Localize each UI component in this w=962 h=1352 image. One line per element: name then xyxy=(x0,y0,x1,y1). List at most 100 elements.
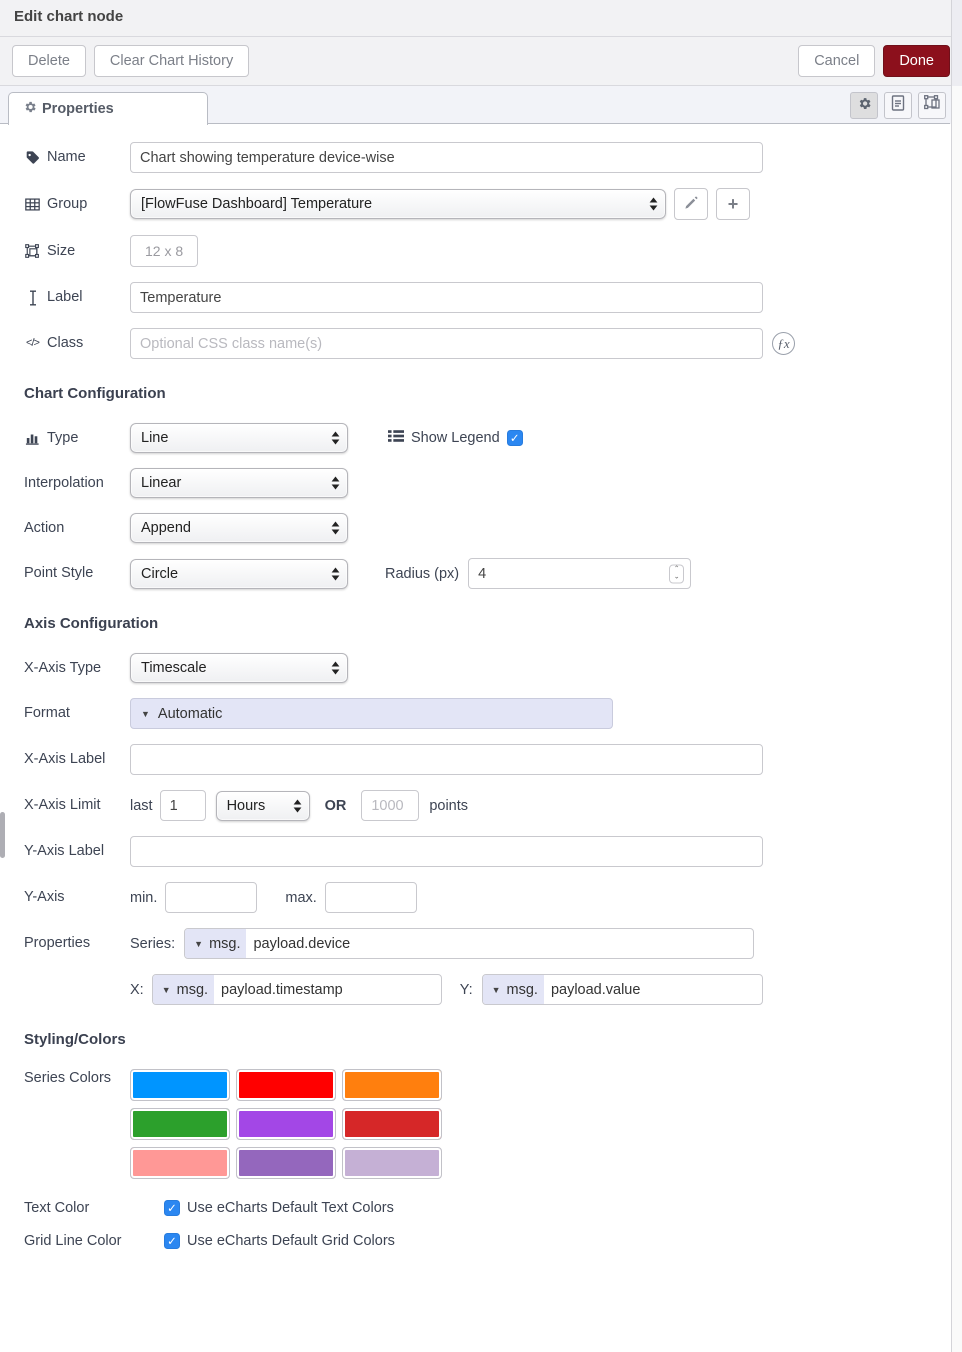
series-color-swatch-2[interactable] xyxy=(236,1069,336,1101)
left-scrollbar-thumb[interactable] xyxy=(0,812,5,858)
size-label: Size xyxy=(47,242,75,260)
y-axis-label-input[interactable] xyxy=(130,836,763,867)
series-label: Series: xyxy=(130,936,175,952)
radius-input[interactable] xyxy=(468,558,691,589)
interpolation-select[interactable]: Linear xyxy=(130,468,348,498)
clear-chart-history-button[interactable]: Clear Chart History xyxy=(94,45,249,77)
text-color-checkbox[interactable]: ✓ xyxy=(164,1200,180,1216)
series-color-swatch-7[interactable] xyxy=(130,1147,230,1179)
edit-chart-node-dialog: Edit chart node Delete Clear Chart Histo… xyxy=(0,0,962,1352)
appearance-panel-button[interactable] xyxy=(918,92,946,119)
points-label: points xyxy=(429,798,468,814)
label-input[interactable] xyxy=(130,282,763,313)
name-label-group: Name xyxy=(24,148,130,166)
last-label: last xyxy=(130,798,153,814)
appearance-icon xyxy=(924,95,941,116)
series-typedinput[interactable]: ▼ msg. payload.device xyxy=(184,928,754,959)
x-axis-type-select-value: Timescale xyxy=(141,660,207,676)
select-arrows-icon xyxy=(331,567,340,580)
y-typedinput[interactable]: ▼ msg. payload.value xyxy=(482,974,763,1005)
x-axis-type-select[interactable]: Timescale xyxy=(130,653,348,683)
dialog-title: Edit chart node xyxy=(0,0,962,37)
series-colors-label: Series Colors xyxy=(24,1069,130,1087)
properties-label: Properties xyxy=(24,934,130,952)
text-color-checkbox-label: Use eCharts Default Text Colors xyxy=(187,1200,394,1216)
y-max-input[interactable] xyxy=(325,882,417,913)
x-axis-label-input[interactable] xyxy=(130,744,763,775)
select-arrows-icon xyxy=(331,432,340,445)
y-type-button[interactable]: ▼ msg. xyxy=(483,975,544,1004)
x-type-button[interactable]: ▼ msg. xyxy=(153,975,214,1004)
point-style-select[interactable]: Circle xyxy=(130,559,348,589)
grid-line-color-checkbox-label: Use eCharts Default Grid Colors xyxy=(187,1233,395,1249)
interpolation-label: Interpolation xyxy=(24,474,130,492)
y-prefix: msg. xyxy=(507,982,538,998)
chart-configuration-heading: Chart Configuration xyxy=(24,385,938,402)
number-stepper-icon[interactable]: ⌃⌄ xyxy=(669,564,684,583)
description-panel-button[interactable] xyxy=(884,92,912,119)
type-label: Type xyxy=(47,429,78,447)
label-label: Label xyxy=(47,288,82,306)
limit-last-input[interactable] xyxy=(160,790,206,821)
properties-panel-button[interactable] xyxy=(850,92,878,119)
series-color-swatch-3[interactable] xyxy=(342,1069,442,1101)
y-value: payload.value xyxy=(544,975,648,1004)
bar-chart-icon xyxy=(24,431,41,445)
chevron-down-icon: ▼ xyxy=(141,709,150,719)
limit-points-input[interactable] xyxy=(361,790,419,821)
x-typedinput[interactable]: ▼ msg. payload.timestamp xyxy=(152,974,442,1005)
or-label: OR xyxy=(325,798,347,814)
name-label: Name xyxy=(47,148,86,166)
series-color-swatch-4[interactable] xyxy=(130,1108,230,1140)
radius-label: Radius (px) xyxy=(385,566,459,582)
done-button[interactable]: Done xyxy=(883,45,950,77)
show-legend-checkbox[interactable]: ✓ xyxy=(507,430,523,446)
delete-button[interactable]: Delete xyxy=(12,45,86,77)
edit-group-button[interactable] xyxy=(674,188,708,220)
limit-unit-select[interactable]: Hours xyxy=(216,791,310,821)
series-color-swatch-6[interactable] xyxy=(342,1108,442,1140)
class-label: Class xyxy=(47,334,83,352)
tag-icon xyxy=(24,151,41,165)
series-color-swatch-1[interactable] xyxy=(130,1069,230,1101)
point-style-label: Point Style xyxy=(24,564,130,582)
select-arrows-icon xyxy=(331,477,340,490)
styling-colors-heading: Styling/Colors xyxy=(24,1031,938,1048)
type-select[interactable]: Line xyxy=(130,423,348,453)
grid-line-color-checkbox[interactable]: ✓ xyxy=(164,1233,180,1249)
scrollbar-track[interactable] xyxy=(951,0,962,1352)
plus-icon: + xyxy=(728,194,739,215)
series-color-swatch-8[interactable] xyxy=(236,1147,336,1179)
tab-properties-label: Properties xyxy=(42,101,114,117)
series-value: payload.device xyxy=(246,929,357,958)
series-type-button[interactable]: ▼ msg. xyxy=(185,929,246,958)
gear-icon xyxy=(857,96,872,116)
x-axis-type-label: X-Axis Type xyxy=(24,659,130,677)
group-label: Group xyxy=(47,195,87,213)
axis-configuration-heading: Axis Configuration xyxy=(24,615,938,632)
cancel-button[interactable]: Cancel xyxy=(798,45,875,77)
y-axis-label-label: Y-Axis Label xyxy=(24,842,130,860)
x-prefix: msg. xyxy=(177,982,208,998)
add-group-button[interactable]: + xyxy=(716,188,750,220)
format-dropdown-button[interactable]: ▼ Automatic xyxy=(130,698,613,729)
series-color-swatch-5[interactable] xyxy=(236,1108,336,1140)
class-input[interactable] xyxy=(130,328,763,359)
name-input[interactable] xyxy=(130,142,763,173)
action-select[interactable]: Append xyxy=(130,513,348,543)
x-prop-label: X: xyxy=(130,982,144,998)
action-label: Action xyxy=(24,519,130,537)
series-color-swatch-9[interactable] xyxy=(342,1147,442,1179)
y-min-input[interactable] xyxy=(165,882,257,913)
x-axis-limit-label: X-Axis Limit xyxy=(24,796,130,814)
chevron-down-icon: ▼ xyxy=(492,985,501,995)
type-label-group: Type xyxy=(24,429,130,447)
group-select[interactable]: [FlowFuse Dashboard] Temperature xyxy=(130,189,666,219)
action-select-value: Append xyxy=(141,520,191,536)
fx-expand-icon[interactable]: ƒx xyxy=(772,332,795,355)
legend-list-icon xyxy=(388,429,404,448)
group-select-value: [FlowFuse Dashboard] Temperature xyxy=(141,196,372,212)
code-icon: </> xyxy=(24,337,41,351)
tab-properties[interactable]: Properties xyxy=(8,92,208,125)
size-button[interactable]: 12 x 8 xyxy=(130,235,198,267)
